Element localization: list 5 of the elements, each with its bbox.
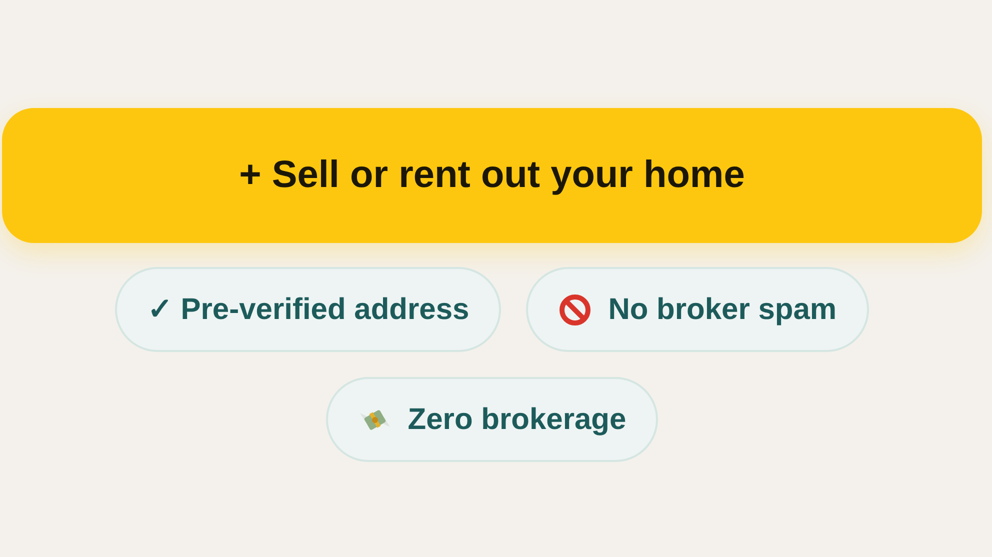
sell-rent-button[interactable]: + Sell or rent out your home: [2, 108, 982, 243]
prohibited-icon: [558, 292, 592, 326]
feature-label: ✓ Pre-verified address: [147, 292, 470, 328]
feature-label: No broker spam: [608, 292, 837, 328]
feature-label: Zero brokerage: [408, 402, 626, 438]
